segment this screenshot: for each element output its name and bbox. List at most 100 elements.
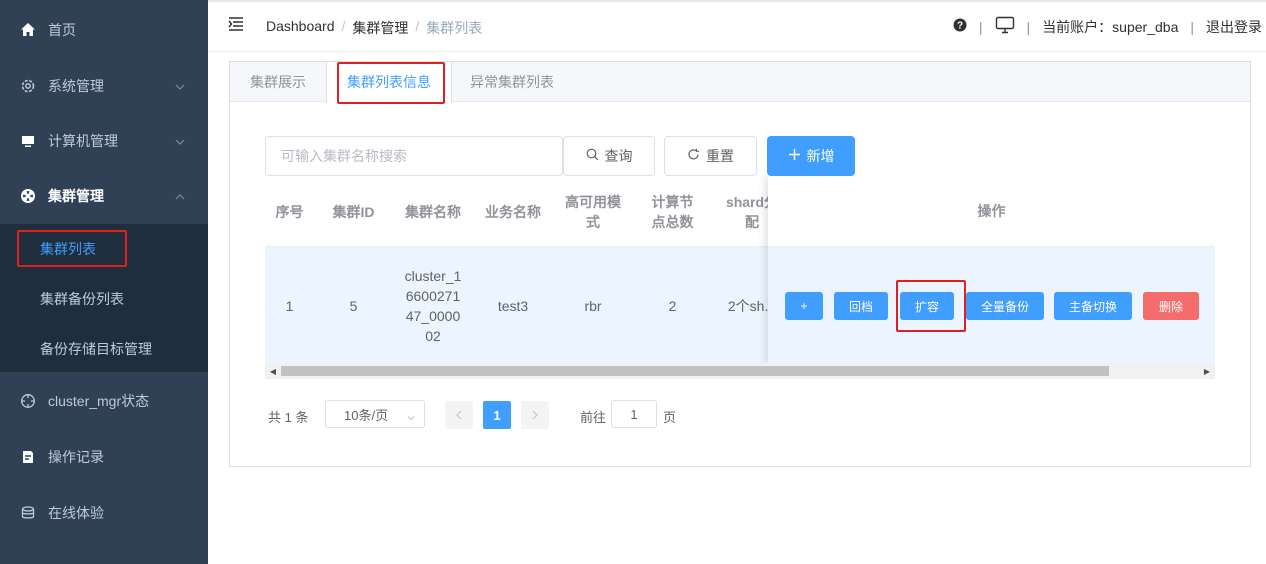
gear-icon (20, 78, 36, 94)
actions-cell: + 回档 扩容 全量备份 主备切换 删除 (768, 247, 1215, 364)
breadcrumb-dashboard[interactable]: Dashboard (266, 18, 335, 38)
goto-label: 前往 (580, 410, 607, 425)
reset-button-label: 重置 (706, 148, 734, 164)
tab-abnormal-clusters[interactable]: 异常集群列表 (450, 62, 574, 102)
column-header: 计算节点总数 (651, 193, 694, 230)
query-button-label: 查询 (604, 148, 633, 164)
column-header: 操作 (768, 176, 1215, 247)
breadcrumb-separator: / (415, 18, 420, 34)
sidebar-item-label: 操作记录 (48, 449, 104, 465)
prev-page-button[interactable] (445, 401, 473, 429)
chevron-down-icon (407, 410, 415, 421)
chevron-down-icon (174, 80, 186, 92)
home-icon (20, 22, 36, 38)
breadcrumb: Dashboard / 集群管理 / 集群列表 (266, 18, 482, 38)
logout-link[interactable]: 退出登录 (1206, 17, 1262, 37)
column-header: 序号 (275, 203, 304, 220)
breadcrumb-separator: / (341, 18, 346, 34)
scroll-left-icon[interactable]: ◀ (265, 363, 281, 379)
chevron-left-icon (456, 410, 462, 420)
sidebar-item-label: 在线体验 (48, 505, 104, 521)
sidebar: 首页 系统管理 计算机管理 集群管理 集群列表 集群备份列表 备份存储目标管理 … (0, 0, 208, 564)
breadcrumb-current: 集群列表 (426, 20, 483, 36)
horizontal-scrollbar[interactable]: ◀ ▶ (265, 363, 1215, 379)
column-header: 集群ID (332, 203, 375, 220)
breadcrumb-cluster-mgmt[interactable]: 集群管理 (352, 18, 408, 38)
sidebar-item-computer[interactable]: 计算机管理 (0, 113, 208, 169)
header-divider: | (978, 18, 983, 35)
cluster-table: 序号 集群ID 集群名称 业务名称 高可用模式 计算节点总数 shard分配 1… (265, 176, 1215, 380)
rollback-button[interactable]: 回档 (834, 292, 888, 320)
sidebar-item-label: 集群管理 (48, 188, 104, 204)
sidebar-subitem-label: 集群列表 (40, 241, 96, 257)
sidebar-subitem-cluster-list[interactable]: 集群列表 (0, 224, 208, 274)
page-size-value: 10条/页 (344, 407, 389, 423)
svg-text:?: ? (957, 21, 963, 32)
switchover-button[interactable]: 主备切换 (1054, 292, 1132, 320)
sidebar-subitem-label: 集群备份列表 (40, 291, 124, 307)
cell-cluster-name: cluster_1660027147_000002 (404, 267, 462, 344)
delete-button[interactable]: 删除 (1143, 292, 1199, 320)
sidebar-item-label: 计算机管理 (48, 133, 118, 149)
sidebar-subitem-backup-target[interactable]: 备份存储目标管理 (0, 324, 208, 374)
main-card: 集群展示 集群列表信息 异常集群列表 查询 重置 新增 序号 集群ID 集群名称… (229, 61, 1251, 467)
tab-cluster-display[interactable]: 集群展示 (230, 62, 326, 102)
add-button-label: 新增 (806, 148, 835, 164)
tab-cluster-list-info[interactable]: 集群列表信息 (326, 62, 452, 103)
sidebar-item-online-demo[interactable]: 在线体验 (0, 485, 208, 541)
header-divider: | (1026, 18, 1031, 35)
search-icon (586, 148, 599, 164)
header: Dashboard / 集群管理 / 集群列表 ? | | 当前账户：super… (208, 0, 1266, 52)
header-right: ? | | 当前账户：super_dba | 退出登录 (953, 16, 1262, 37)
cell-index: 1 (285, 297, 294, 314)
search-input[interactable] (265, 136, 563, 176)
column-header: 集群名称 (405, 203, 461, 220)
cluster-icon (20, 188, 36, 204)
account-label: 当前账户：super_dba (1042, 18, 1179, 35)
chevron-right-icon (532, 410, 538, 420)
sidebar-subitem-label: 备份存储目标管理 (40, 341, 152, 357)
database-icon (20, 505, 36, 521)
page-size-select[interactable]: 10条/页 (325, 400, 425, 428)
sidebar-item-home[interactable]: 首页 (0, 2, 208, 58)
sidebar-subitem-backup-list[interactable]: 集群备份列表 (0, 274, 208, 324)
scale-out-button[interactable]: 扩容 (900, 292, 954, 320)
screen-icon[interactable] (995, 16, 1015, 37)
chevron-up-icon (174, 190, 186, 202)
cell-ha-mode: rbr (584, 297, 602, 314)
document-icon (20, 449, 36, 465)
refresh-icon (687, 148, 700, 164)
sidebar-item-cluster[interactable]: 集群管理 (0, 168, 208, 224)
sidebar-item-cluster-mgr[interactable]: cluster_mgr状态 (0, 373, 208, 429)
add-button[interactable]: 新增 (767, 136, 855, 176)
sidebar-item-label: 首页 (48, 22, 76, 38)
sidebar-item-system[interactable]: 系统管理 (0, 58, 208, 114)
plus-icon (788, 148, 801, 164)
cell-compute-nodes: 2 (668, 297, 677, 314)
chevron-down-icon (174, 135, 186, 147)
scroll-right-icon[interactable]: ▶ (1199, 363, 1215, 379)
monitor-icon (20, 133, 36, 149)
query-button[interactable]: 查询 (563, 136, 655, 176)
page-unit-label: 页 (663, 410, 677, 425)
hamburger-icon[interactable] (228, 16, 244, 32)
sidebar-item-label: 系统管理 (48, 78, 104, 94)
help-icon[interactable]: ? (953, 18, 967, 35)
next-page-button[interactable] (521, 401, 549, 429)
column-header: 高可用模式 (565, 193, 621, 230)
expand-row-button[interactable]: + (785, 292, 823, 320)
cell-business: test3 (497, 297, 529, 314)
scrollbar-thumb[interactable] (281, 366, 1109, 376)
tab-bar: 集群展示 集群列表信息 异常集群列表 (230, 62, 1250, 103)
sidebar-item-label: cluster_mgr状态 (48, 393, 150, 409)
reset-button[interactable]: 重置 (664, 136, 757, 176)
cell-cluster-id: 5 (349, 297, 358, 314)
crosshair-icon (20, 393, 36, 409)
sidebar-item-records[interactable]: 操作记录 (0, 429, 208, 485)
goto-page-input[interactable] (611, 400, 657, 428)
full-backup-button[interactable]: 全量备份 (966, 292, 1044, 320)
pagination-total: 共 1 条 (268, 410, 309, 425)
header-divider: | (1190, 18, 1194, 35)
page-number-button[interactable]: 1 (483, 401, 511, 429)
fixed-actions-column: 操作 + 回档 扩容 全量备份 主备切换 删除 (768, 176, 1215, 364)
